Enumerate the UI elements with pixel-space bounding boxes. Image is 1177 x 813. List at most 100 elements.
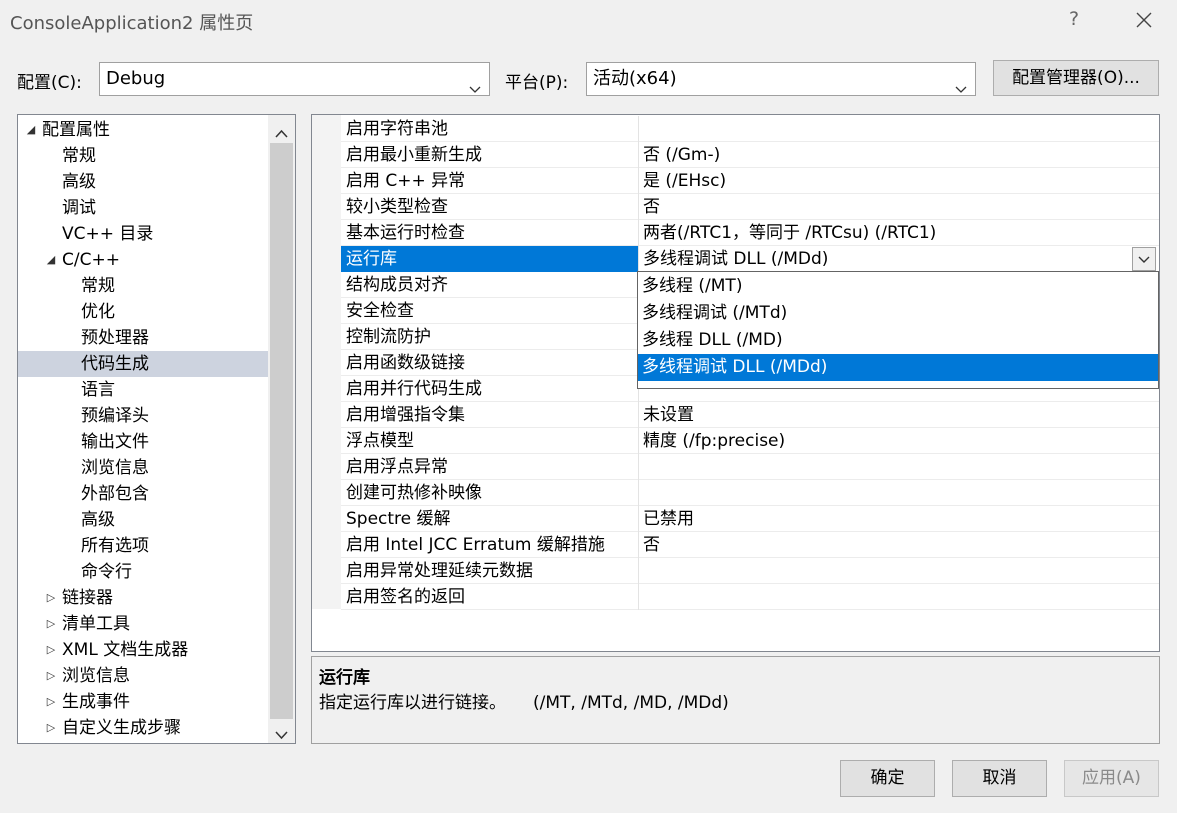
- cancel-button[interactable]: 取消: [952, 760, 1047, 797]
- tree-item[interactable]: ▷ 链接器: [18, 585, 268, 611]
- tree-item[interactable]: ▷ XML 文档生成器: [18, 637, 268, 663]
- tree-item-label: 代码生成: [81, 354, 149, 374]
- property-row[interactable]: 启用浮点异常: [341, 454, 1159, 480]
- tree-item[interactable]: 所有选项: [18, 533, 268, 559]
- property-row[interactable]: 启用 Intel JCC Erratum 缓解措施 否: [341, 532, 1159, 558]
- runtime-library-dropdown[interactable]: 多线程 (/MT) 多线程调试 (/MTd) 多线程 DLL (/MD) 多线程调试 …: [637, 271, 1159, 389]
- property-name: 启用字符串池: [346, 119, 448, 139]
- column-divider: [638, 220, 639, 246]
- property-name: 运行库: [341, 246, 638, 272]
- tree-item[interactable]: 输出文件: [18, 429, 268, 455]
- collapsed-triangle-icon[interactable]: ▷: [45, 611, 57, 637]
- property-value[interactable]: 已禁用: [643, 506, 694, 532]
- tree-item[interactable]: ▷ 浏览信息: [18, 663, 268, 689]
- tree-item[interactable]: VC++ 目录: [18, 221, 268, 247]
- tree-item-label: XML 文档生成器: [62, 640, 189, 660]
- dropdown-toggle-button[interactable]: [1132, 247, 1156, 271]
- tree-item-label: 输出文件: [81, 432, 149, 452]
- tree-item[interactable]: 预编译头: [18, 403, 268, 429]
- column-divider: [638, 246, 639, 272]
- property-name: 安全检查: [346, 301, 414, 321]
- property-row[interactable]: 启用签名的返回: [341, 584, 1159, 610]
- dropdown-option[interactable]: 多线程调试 (/MTd): [638, 300, 1158, 327]
- tree-item[interactable]: 高级: [18, 169, 268, 195]
- dropdown-option[interactable]: 多线程调试 DLL (/MDd): [638, 354, 1158, 381]
- column-divider: [638, 168, 639, 194]
- property-name: 启用增强指令集: [346, 405, 465, 425]
- platform-combo[interactable]: 活动(x64): [586, 62, 976, 96]
- property-tree[interactable]: ◢ 配置属性 常规 高级 调试 VC++ 目录 ◢ C/C++ 常规 优化 预处理器 代码生成 语言 预编…: [17, 114, 296, 744]
- tree-item[interactable]: 命令行: [18, 559, 268, 585]
- tree-item[interactable]: ▷ 自定义生成步骤: [18, 715, 268, 741]
- property-value[interactable]: 两者(/RTC1，等同于 /RTCsu) (/RTC1): [643, 220, 936, 246]
- chevron-down-icon: [955, 74, 967, 93]
- column-divider: [638, 558, 639, 584]
- property-value[interactable]: 否 (/Gm-): [643, 142, 720, 168]
- scroll-thumb[interactable]: [270, 143, 293, 719]
- apply-button[interactable]: 应用(A): [1064, 760, 1159, 797]
- property-value[interactable]: 未设置: [643, 402, 694, 428]
- tree-item[interactable]: 高级: [18, 507, 268, 533]
- ok-button[interactable]: 确定: [840, 760, 935, 797]
- property-row[interactable]: 浮点模型 精度 (/fp:precise): [341, 428, 1159, 454]
- collapsed-triangle-icon[interactable]: ▷: [45, 663, 57, 689]
- column-divider: [638, 454, 639, 480]
- tree-item-label: 高级: [62, 172, 96, 192]
- property-value[interactable]: 精度 (/fp:precise): [643, 428, 785, 454]
- property-value[interactable]: 多线程调试 DLL (/MDd): [643, 246, 828, 272]
- description-title: 运行库: [319, 668, 370, 688]
- tree-item[interactable]: 优化: [18, 299, 268, 325]
- close-icon[interactable]: [1130, 6, 1158, 34]
- column-divider: [638, 142, 639, 168]
- dropdown-option[interactable]: 多线程 DLL (/MD): [638, 327, 1158, 354]
- collapsed-triangle-icon[interactable]: ▷: [45, 637, 57, 663]
- property-name: 启用签名的返回: [346, 587, 465, 607]
- scroll-down-icon[interactable]: [275, 725, 288, 740]
- property-name: Spectre 缓解: [346, 509, 451, 529]
- tree-item-label: 预编译头: [81, 406, 149, 426]
- tree-item[interactable]: 语言: [18, 377, 268, 403]
- tree-item[interactable]: 常规: [18, 273, 268, 299]
- tree-item[interactable]: 调试: [18, 195, 268, 221]
- collapsed-triangle-icon[interactable]: ▷: [45, 585, 57, 611]
- expanded-triangle-icon[interactable]: ◢: [45, 247, 57, 273]
- expanded-triangle-icon[interactable]: ◢: [25, 117, 37, 143]
- property-row[interactable]: 创建可热修补映像: [341, 480, 1159, 506]
- tree-item[interactable]: ◢ C/C++: [18, 247, 268, 273]
- property-row[interactable]: 启用字符串池: [341, 116, 1159, 142]
- tree-item[interactable]: 外部包含: [18, 481, 268, 507]
- property-row[interactable]: Spectre 缓解 已禁用: [341, 506, 1159, 532]
- collapsed-triangle-icon[interactable]: ▷: [45, 689, 57, 715]
- column-divider: [638, 480, 639, 506]
- dropdown-option[interactable]: 多线程 (/MT): [638, 273, 1158, 300]
- property-value[interactable]: 是 (/EHsc): [643, 168, 726, 194]
- help-button[interactable]: ?: [1064, 8, 1084, 30]
- config-manager-button[interactable]: 配置管理器(O)...: [993, 60, 1159, 96]
- collapsed-triangle-icon[interactable]: ▷: [45, 715, 57, 741]
- property-name: 基本运行时检查: [346, 223, 465, 243]
- scroll-up-icon[interactable]: [275, 124, 288, 138]
- tree-item[interactable]: 常规: [18, 143, 268, 169]
- column-divider: [638, 402, 639, 428]
- property-row[interactable]: 运行库 多线程调试 DLL (/MDd): [341, 246, 1159, 272]
- tree-scrollbar[interactable]: [268, 115, 295, 743]
- property-row[interactable]: 较小类型检查 否: [341, 194, 1159, 220]
- property-name: 控制流防护: [346, 327, 431, 347]
- tree-item[interactable]: ◢ 配置属性: [18, 117, 268, 143]
- property-row[interactable]: 基本运行时检查 两者(/RTC1，等同于 /RTCsu) (/RTC1): [341, 220, 1159, 246]
- tree-item[interactable]: 浏览信息: [18, 455, 268, 481]
- tree-item[interactable]: 代码生成: [18, 351, 268, 377]
- tree-item-label: 链接器: [62, 588, 113, 608]
- tree-item[interactable]: 预处理器: [18, 325, 268, 351]
- tree-item-label: 高级: [81, 510, 115, 530]
- config-combo[interactable]: Debug: [99, 62, 490, 96]
- property-row[interactable]: 启用增强指令集 未设置: [341, 402, 1159, 428]
- property-row[interactable]: 启用 C++ 异常 是 (/EHsc): [341, 168, 1159, 194]
- tree-item[interactable]: ▷ 清单工具: [18, 611, 268, 637]
- property-value[interactable]: 否: [643, 194, 660, 220]
- property-value[interactable]: 否: [643, 532, 660, 558]
- tree-item-label: VC++ 目录: [62, 224, 154, 244]
- tree-item[interactable]: ▷ 生成事件: [18, 689, 268, 715]
- property-row[interactable]: 启用最小重新生成 否 (/Gm-): [341, 142, 1159, 168]
- property-row[interactable]: 启用异常处理延续元数据: [341, 558, 1159, 584]
